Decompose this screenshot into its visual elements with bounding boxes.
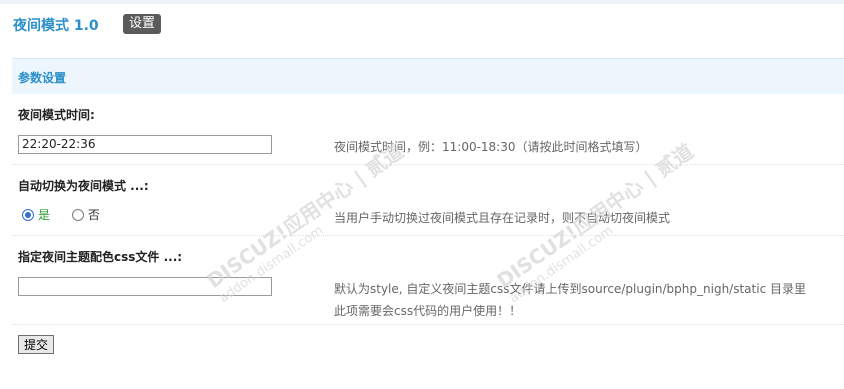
- auto-switch-label: 自动切换为夜间模式 ...:: [18, 179, 149, 193]
- css-file-label: 指定夜间主题配色css文件 ...:: [18, 250, 183, 264]
- radio-yes[interactable]: [22, 208, 34, 221]
- css-file-hint-line2: 此项需要会css代码的用户使用！！: [334, 304, 522, 318]
- submit-button[interactable]: 提交: [18, 335, 54, 354]
- plugin-title: 夜间模式 1.0: [13, 18, 99, 34]
- top-border: [0, 0, 844, 4]
- section-header: 参数设置: [12, 58, 844, 94]
- time-label: 夜间模式时间:: [18, 108, 95, 122]
- row-divider: [12, 235, 844, 236]
- row-divider: [12, 324, 844, 325]
- radio-no-label[interactable]: 否: [88, 206, 100, 223]
- radio-no[interactable]: [71, 208, 84, 221]
- css-file-hint-line1: 默认为style, 自定义夜间主题css文件请上传到source/plugin/…: [334, 282, 806, 296]
- radio-yes-label[interactable]: 是: [38, 206, 50, 223]
- settings-badge[interactable]: 设置: [123, 14, 162, 34]
- row-divider: [12, 164, 844, 165]
- time-input[interactable]: [18, 135, 272, 154]
- section-title: 参数设置: [18, 71, 67, 85]
- auto-switch-radio-group: 是 否: [22, 206, 118, 223]
